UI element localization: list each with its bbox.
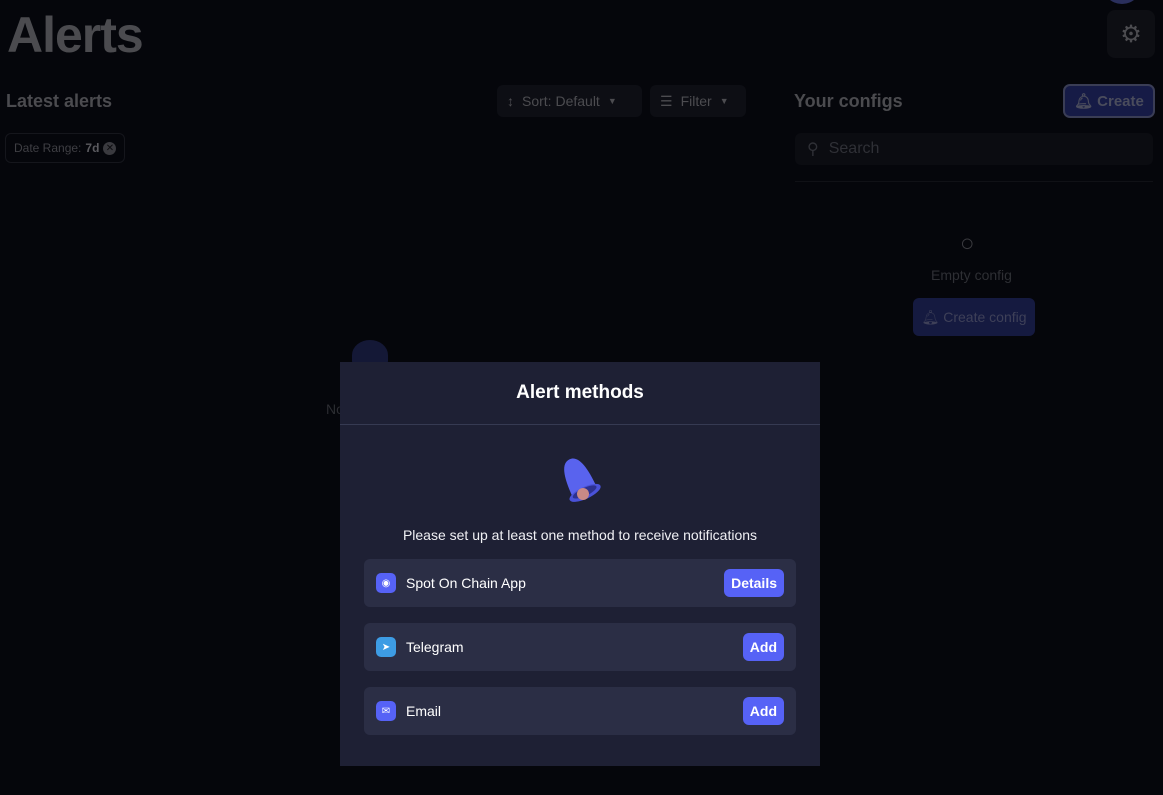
method-label: Email: [406, 703, 442, 719]
sort-icon: ↕: [507, 93, 514, 109]
create-label: Create: [1097, 92, 1144, 110]
caret-down-icon: ▼: [607, 96, 617, 106]
modal-description: Please set up at least one method to rec…: [402, 527, 758, 543]
page-title: Alerts: [7, 7, 144, 63]
method-row-spot-on-chain: ◉ Spot On Chain App Details: [364, 559, 796, 607]
bell-icon: [564, 458, 601, 502]
search-icon: ⚲: [807, 141, 819, 158]
method-row-email: ✉ Email Add: [364, 687, 796, 735]
bell-icon: 🔔︎: [921, 308, 940, 325]
date-range-chip[interactable]: Date Range: 7d ✕: [5, 133, 126, 163]
avatar[interactable]: [1102, 0, 1142, 4]
bell-icon: 🔔︎: [1074, 93, 1094, 110]
chip-value: 7d: [85, 141, 100, 155]
sliders-icon: ☰: [660, 92, 673, 109]
remove-icon[interactable]: ✕: [103, 141, 117, 155]
create-config-button[interactable]: 🔔︎ Create config: [913, 298, 1035, 336]
latest-alerts-heading: Latest alerts: [6, 91, 113, 111]
add-email-button[interactable]: Add: [742, 697, 784, 725]
create-button[interactable]: 🔔︎ Create: [1063, 84, 1155, 118]
details-button[interactable]: Details: [724, 569, 784, 597]
email-icon: ✉: [376, 701, 396, 721]
settings-button[interactable]: ⚙: [1107, 10, 1155, 58]
divider: [795, 181, 1153, 182]
chip-label: Date Range:: [14, 141, 82, 155]
filter-label: Filter: [680, 93, 712, 109]
method-row-telegram: ➤ Telegram Add: [364, 623, 796, 671]
gear-icon: ⚙: [1120, 20, 1142, 48]
telegram-icon: ➤: [376, 637, 396, 657]
spot-on-chain-icon: ◉: [376, 573, 396, 593]
sort-label: Sort: Default: [522, 93, 600, 109]
search-icon: ○: [960, 230, 975, 257]
create-config-label: Create config: [943, 309, 1027, 325]
configs-heading: Your configs: [794, 91, 903, 111]
filter-dropdown[interactable]: ☰ Filter ▼: [650, 85, 746, 117]
modal-title: Alert methods: [340, 362, 820, 425]
caret-down-icon: ▼: [719, 96, 729, 106]
search-placeholder: Search: [828, 140, 880, 157]
alert-methods-modal: Alert methods Please set up at least one…: [340, 362, 820, 766]
empty-config-text: Empty config: [931, 267, 1012, 283]
sort-dropdown[interactable]: ↕ Sort: Default ▼: [497, 85, 642, 117]
method-label: Telegram: [406, 639, 464, 655]
method-label: Spot On Chain App: [406, 575, 526, 591]
add-telegram-button[interactable]: Add: [742, 633, 784, 661]
search-input[interactable]: ⚲ Search: [795, 133, 1153, 165]
